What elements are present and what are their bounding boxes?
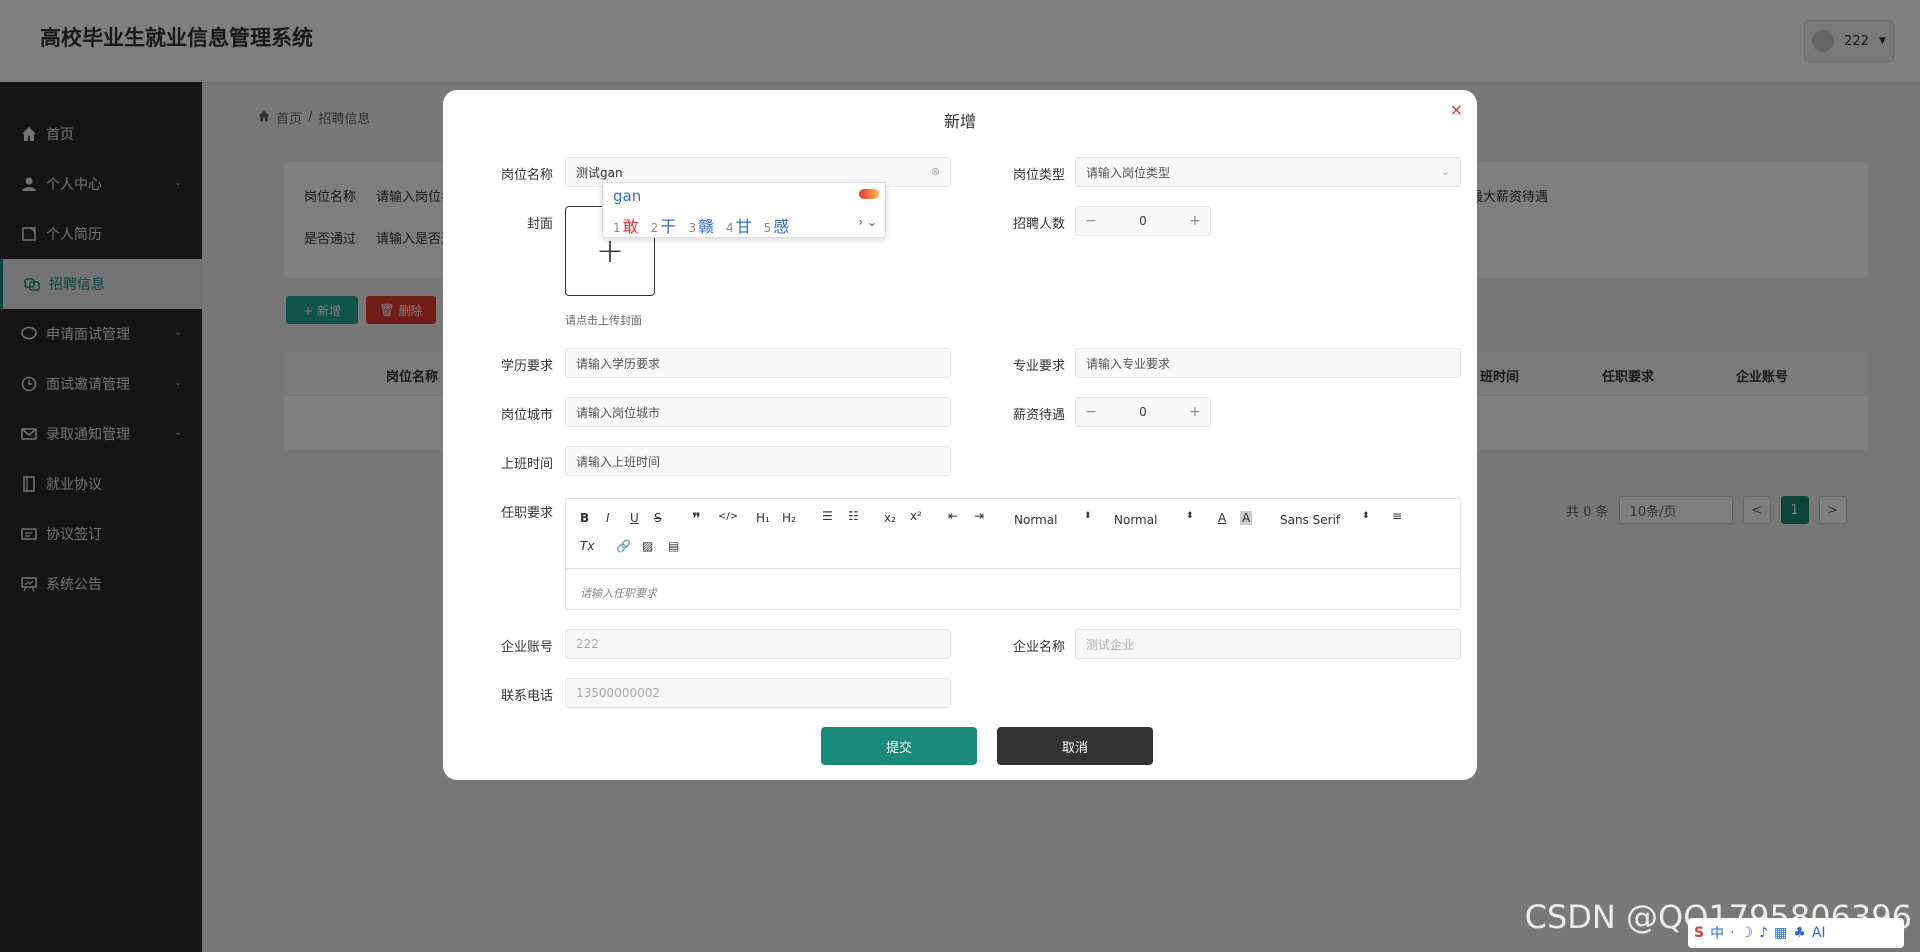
ime-punct-icon[interactable]: · [1730, 925, 1734, 941]
superscript-icon[interactable]: x² [910, 509, 922, 523]
phone-input: 13500000002 [565, 678, 951, 708]
image-icon[interactable]: ▨ [642, 539, 653, 553]
company-account-label: 企业账号 [500, 640, 553, 655]
work-time-input[interactable]: 请输入上班时间 [565, 446, 951, 476]
blockquote-icon[interactable]: ❞ [692, 509, 701, 528]
job-name-value: 测试gan [576, 165, 623, 180]
work-time-label: 上班时间 [500, 457, 553, 472]
ime-toolbar[interactable]: S 中 · ☽ ♪ ▦ ♣ AI [1688, 918, 1904, 948]
code-icon[interactable]: </> [718, 511, 738, 522]
job-type-select[interactable]: 请输入岗位类型 ⌄ [1075, 157, 1461, 187]
h1-icon[interactable]: H₁ [756, 511, 770, 525]
chevron-updown-icon: ⬍ [1084, 511, 1092, 521]
salary-stepper: − 0 + [1075, 397, 1211, 427]
education-label: 学历要求 [500, 359, 553, 374]
ime-more-icon[interactable]: › ⌄ [858, 215, 877, 229]
ime-candidate[interactable]: 5感 [764, 213, 790, 237]
dialog-title: 新增 [943, 112, 976, 131]
font-family-select[interactable]: Sans Serif [1280, 513, 1340, 527]
minus-button[interactable]: − [1076, 397, 1106, 427]
major-input[interactable]: 请输入专业要求 [1075, 348, 1461, 378]
video-icon[interactable]: ▤ [668, 539, 679, 553]
underline-icon[interactable]: U [630, 511, 639, 525]
cover-hint: 请点击上传封面 [565, 314, 642, 327]
submit-button[interactable]: 提交 [821, 727, 977, 765]
chevron-updown-icon: ⬍ [1362, 511, 1370, 521]
subscript-icon[interactable]: x₂ [884, 511, 896, 525]
requirements-label: 任职要求 [500, 506, 553, 521]
link-icon[interactable]: 🔗 [616, 539, 631, 553]
ordered-list-icon[interactable]: ☰ [822, 509, 833, 523]
ime-candidate-window: gan 1敢 2干 3赣 4甘 5感 › ⌄ [602, 182, 886, 238]
headcount-label: 招聘人数 [1012, 217, 1065, 232]
job-type-placeholder: 请输入岗位类型 [1086, 165, 1171, 180]
ime-mic-icon[interactable]: ♪ [1759, 925, 1768, 941]
plus-button[interactable]: + [1180, 206, 1210, 236]
job-name-label: 岗位名称 [500, 168, 553, 183]
job-type-label: 岗位类型 [1012, 168, 1065, 183]
ime-moon-icon[interactable]: ☽ [1741, 925, 1754, 941]
bg-color-icon[interactable]: A [1240, 511, 1253, 525]
cancel-button[interactable]: 取消 [997, 727, 1153, 765]
rich-text-editor: B I U S ❞ </> H₁ H₂ ☰ ☷ x₂ x² ⇤ ⇥ Normal… [565, 498, 1461, 610]
cover-label: 封面 [526, 217, 553, 232]
add-dialog: 新增 × 岗位名称 测试gan ⊗ 岗位类型 请输入岗位类型 ⌄ 封面 + 请点… [443, 90, 1477, 780]
editor-body[interactable]: 请输入任职要求 [580, 585, 657, 601]
ime-candidate[interactable]: 4甘 [726, 213, 752, 237]
ime-candidates: 1敢 2干 3赣 4甘 5感 [613, 213, 789, 237]
company-account-input: 222 [565, 629, 951, 659]
minus-button[interactable]: − [1076, 206, 1106, 236]
header-size-select[interactable]: Normal [1014, 513, 1057, 527]
clear-format-icon[interactable]: Tx [580, 539, 594, 553]
italic-icon[interactable]: I [606, 511, 610, 525]
education-input[interactable]: 请输入学历要求 [565, 348, 951, 378]
city-label: 岗位城市 [500, 408, 553, 423]
clear-icon[interactable]: ⊗ [931, 165, 940, 178]
company-name-label: 企业名称 [1012, 640, 1065, 655]
plus-button[interactable]: + [1180, 397, 1210, 427]
h2-icon[interactable]: H₂ [782, 511, 796, 525]
ime-logo-icon [859, 189, 879, 199]
ime-ai-icon[interactable]: AI [1812, 925, 1826, 941]
ime-skin-icon[interactable]: ♣ [1793, 925, 1806, 941]
font-color-icon[interactable]: A [1218, 511, 1226, 525]
headcount-value[interactable]: 0 [1106, 214, 1180, 228]
headcount-stepper: − 0 + [1075, 206, 1211, 236]
company-name-input: 测试企业 [1075, 629, 1461, 659]
salary-value[interactable]: 0 [1106, 405, 1180, 419]
close-icon[interactable]: × [1450, 100, 1463, 119]
header-select[interactable]: Normal [1114, 513, 1157, 527]
ime-candidate[interactable]: 3赣 [688, 213, 714, 237]
ime-mode-icon[interactable]: 中 [1710, 923, 1724, 943]
ime-candidate[interactable]: 1敢 [613, 213, 639, 237]
strike-icon[interactable]: S [654, 511, 662, 525]
major-label: 专业要求 [1012, 359, 1065, 374]
outdent-icon[interactable]: ⇤ [948, 509, 958, 523]
city-input[interactable]: 请输入岗位城市 [565, 397, 951, 427]
ime-keyboard-icon[interactable]: ▦ [1774, 925, 1787, 941]
bold-icon[interactable]: B [580, 511, 589, 525]
chevron-updown-icon: ⬍ [1186, 511, 1194, 521]
align-icon[interactable]: ≡ [1392, 509, 1402, 523]
indent-icon[interactable]: ⇥ [974, 509, 984, 523]
editor-toolbar: B I U S ❞ </> H₁ H₂ ☰ ☷ x₂ x² ⇤ ⇥ Normal… [566, 499, 1460, 569]
phone-label: 联系电话 [500, 689, 553, 704]
ime-pinyin: gan [613, 187, 642, 205]
chevron-down-icon: ⌄ [1440, 165, 1450, 178]
sogou-logo-icon: S [1694, 925, 1705, 941]
bullet-list-icon[interactable]: ☷ [848, 509, 859, 523]
ime-candidate[interactable]: 2干 [651, 213, 677, 237]
salary-label: 薪资待遇 [1012, 408, 1065, 423]
